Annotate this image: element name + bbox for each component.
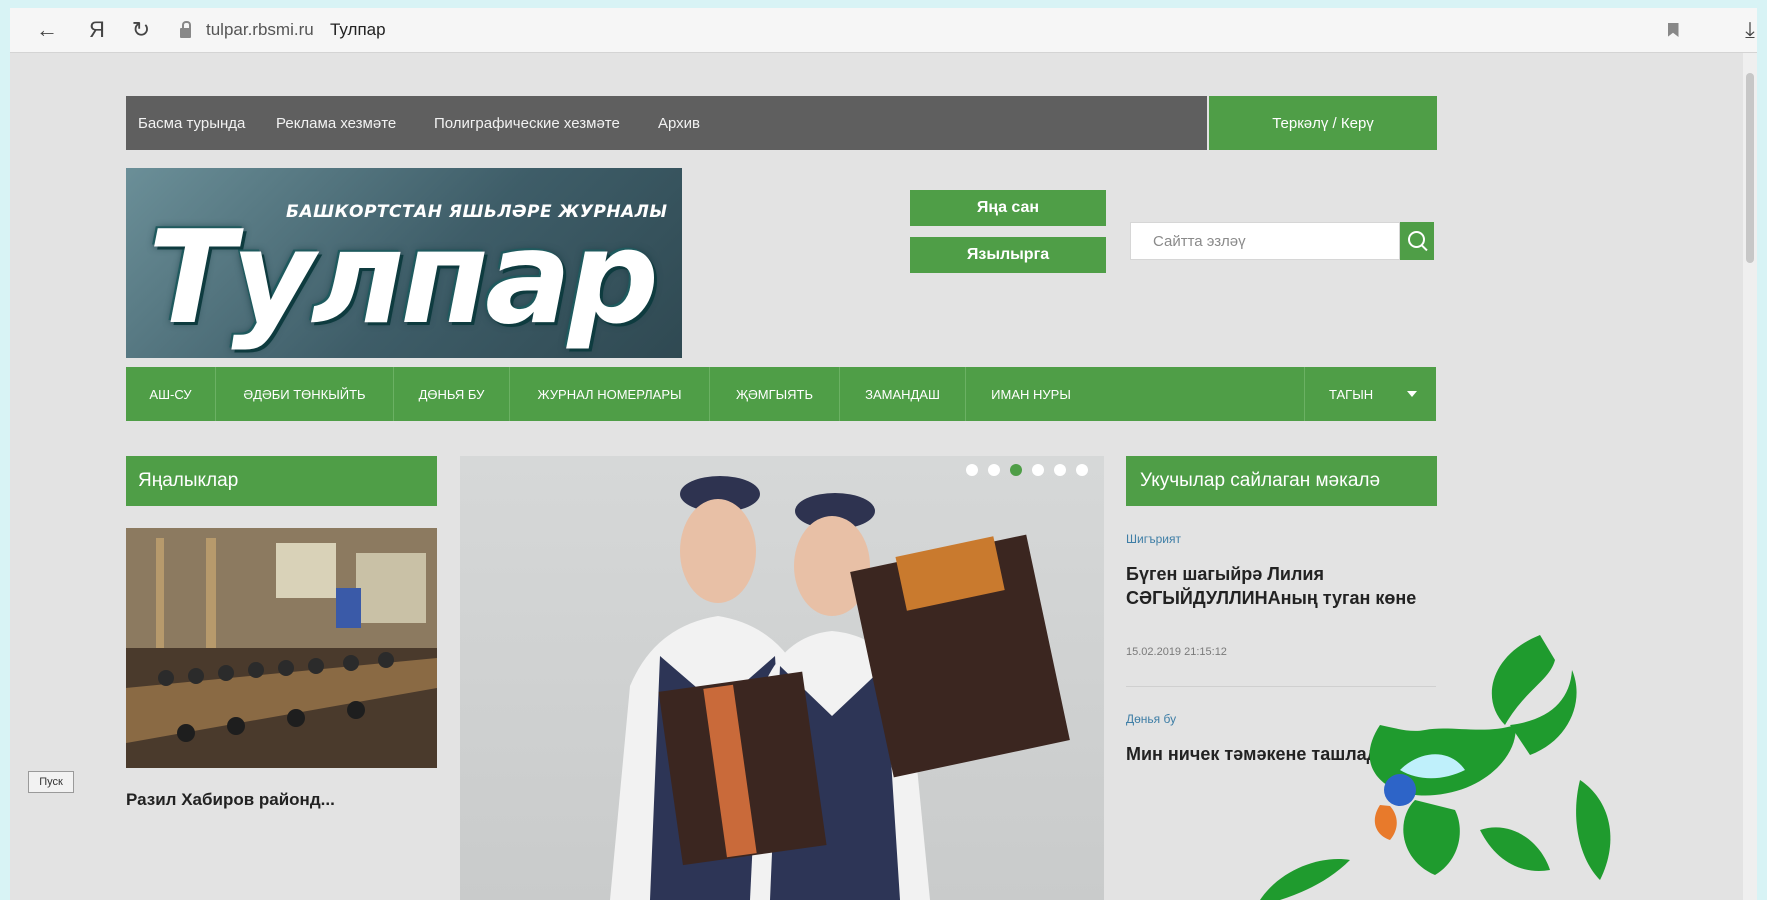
category-nav: АШ-СУ ӘДӘБИ ТӨНКЫЙТЬ ДӨНЬЯ БУ ЖУРНАЛ НОМ… [126, 367, 1436, 421]
scrollbar-thumb[interactable] [1746, 73, 1754, 263]
subscribe-button[interactable]: Язылырга [910, 237, 1106, 273]
nav-item-printing[interactable]: Полиграфические хезмәте [434, 96, 620, 150]
yandex-button[interactable]: Я [82, 8, 112, 52]
slider-dot[interactable] [1076, 464, 1088, 476]
bookmark-icon[interactable] [1658, 8, 1688, 52]
frame-left [0, 0, 10, 900]
cat-item-contemporary[interactable]: ЗАМАНДАШ [840, 367, 966, 421]
search-input[interactable]: Сайтта эзләү [1130, 222, 1400, 260]
popular-heading: Укучылар сайлаган мәкалә [1126, 456, 1437, 506]
cat-item-ash-su[interactable]: АШ-СУ [126, 367, 216, 421]
site-logo[interactable]: БАШКОРТСТАН ЯШЬЛӘРЕ ЖУРНАЛЫ Тулпар [126, 168, 682, 358]
cat-item-criticism[interactable]: ӘДӘБИ ТӨНКЫЙТЬ [216, 367, 394, 421]
slider-dot[interactable] [1054, 464, 1066, 476]
cat-item-issues[interactable]: ЖУРНАЛ НОМЕРЛАРЫ [510, 367, 710, 421]
cat-item-faith[interactable]: ИМАН НУРЫ [966, 367, 1096, 421]
news-photo[interactable] [126, 528, 437, 768]
news-item-title[interactable]: Разил Хабиров районд... [126, 790, 437, 810]
nav-item-about[interactable]: Басма турында [138, 96, 245, 150]
featured-slider[interactable] [460, 456, 1104, 900]
start-button[interactable]: Пуск [28, 771, 74, 793]
address-bar[interactable]: tulpar.rbsmi.ru [206, 8, 314, 52]
top-nav: Басма турында Реклама хезмәте Полиграфич… [126, 96, 1207, 150]
article-category[interactable]: Дөнья бу [1126, 712, 1176, 726]
slider-dot-active[interactable] [1010, 464, 1022, 476]
article-date: 15.02.2019 21:15:12 [1126, 646, 1227, 658]
frame-top [0, 0, 1767, 8]
cat-item-society[interactable]: ҖӘМГЫЯТЬ [710, 367, 840, 421]
tulip-ornament-icon [1260, 635, 1611, 900]
page-tab-title: Тулпар [330, 20, 386, 39]
cat-more-label: ТАГЫН [1329, 386, 1374, 402]
browser-toolbar: ← Я ↻ tulpar.rbsmi.ru Тулпар ⤓ [10, 8, 1757, 53]
search-icon[interactable] [1400, 222, 1434, 260]
slider-dot[interactable] [966, 464, 978, 476]
download-icon[interactable]: ⤓ [1735, 8, 1765, 52]
chevron-down-icon [1407, 391, 1417, 397]
arrow-left-icon[interactable]: ← [32, 8, 62, 52]
article-title[interactable]: Бүген шагыйрә Лилия СӘГЫЙДУЛЛИНАның туга… [1126, 562, 1426, 610]
lock-icon [172, 8, 198, 52]
nav-item-advertising[interactable]: Реклама хезмәте [276, 96, 396, 150]
cat-more-dropdown[interactable]: ТАГЫН [1304, 367, 1436, 421]
news-heading[interactable]: Яңалыклар [126, 456, 437, 506]
slider-dots [966, 464, 1096, 478]
logo-wordmark: Тулпар [148, 204, 659, 353]
slider-dot[interactable] [1032, 464, 1044, 476]
reload-icon[interactable]: ↻ [126, 8, 156, 52]
nav-item-archive[interactable]: Архив [658, 96, 700, 150]
article-category[interactable]: Шигърият [1126, 532, 1181, 546]
new-issue-button[interactable]: Яңа сан [910, 190, 1106, 226]
cat-item-world[interactable]: ДӨНЬЯ БУ [394, 367, 510, 421]
login-button[interactable]: Теркәлү / Керү [1209, 96, 1437, 150]
slider-dot[interactable] [988, 464, 1000, 476]
